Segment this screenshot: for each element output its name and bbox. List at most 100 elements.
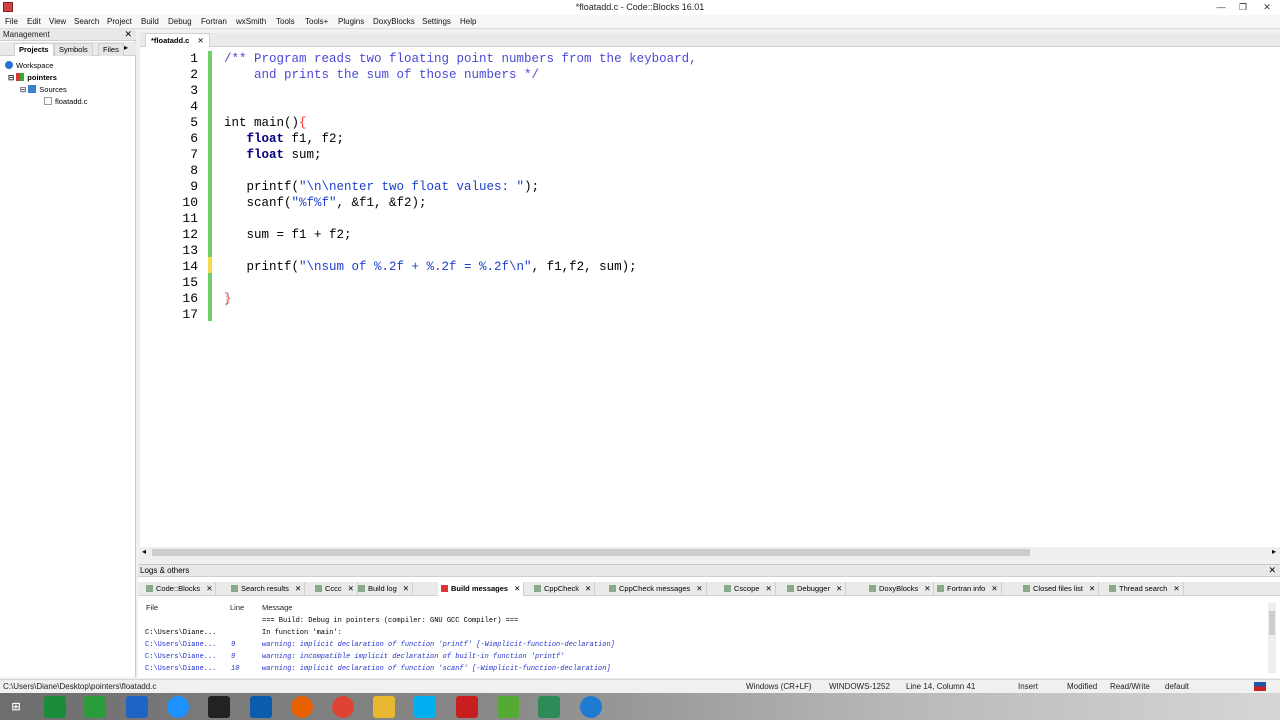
logs-tab-close-icon[interactable]: ✕ bbox=[991, 584, 997, 593]
tree-project-pointers[interactable]: ⊟ pointers bbox=[8, 72, 57, 83]
logs-tab-close-icon[interactable]: ✕ bbox=[403, 584, 409, 593]
firefox-icon[interactable] bbox=[291, 696, 313, 718]
menu-project[interactable]: Project bbox=[107, 17, 132, 26]
menu-search[interactable]: Search bbox=[74, 17, 99, 26]
computer-icon[interactable] bbox=[126, 696, 148, 718]
skype-icon[interactable] bbox=[414, 696, 436, 718]
logs-tab-close-icon[interactable]: ✕ bbox=[696, 584, 702, 593]
codeblocks-taskbar-icon[interactable] bbox=[497, 696, 519, 718]
logs-tab-build-messages[interactable]: Build messages ✕ bbox=[438, 582, 525, 596]
code-editor[interactable]: 1 /** Program reads two floating point nu… bbox=[140, 47, 1280, 547]
chart-app-icon[interactable] bbox=[538, 696, 560, 718]
build-message-row[interactable]: C:\Users\Diane... In function 'main': bbox=[138, 628, 1258, 639]
menu-file[interactable]: File bbox=[5, 17, 18, 26]
code-line[interactable]: float sum; bbox=[224, 147, 322, 163]
tabs-scroll-arrow-icon[interactable]: ▸ bbox=[124, 43, 128, 52]
windows-taskbar: ⊞ bbox=[0, 693, 1280, 720]
build-message-row[interactable]: C:\Users\Diane... 10 warning: implicit dec… bbox=[138, 664, 1258, 675]
build-message-row[interactable]: C:\Users\Diane... 9 warning: implicit decl… bbox=[138, 640, 1258, 651]
menu-tools[interactable]: Tools bbox=[276, 17, 295, 26]
expand-project-icon[interactable]: ⊟ bbox=[8, 73, 14, 82]
logs-tab-cccc[interactable]: Cccc ✕ bbox=[312, 582, 358, 596]
keyboard-layout-icon[interactable] bbox=[1254, 682, 1266, 691]
logs-tab-close-icon[interactable]: ✕ bbox=[514, 584, 520, 593]
menu-help[interactable]: Help bbox=[460, 17, 476, 26]
internet-explorer-icon[interactable] bbox=[167, 696, 189, 718]
chrome-icon[interactable] bbox=[332, 696, 354, 718]
logs-tab-doxyblocks[interactable]: DoxyBlocks ✕ bbox=[866, 582, 935, 596]
editor-tab-close-icon[interactable]: ✕ bbox=[197, 36, 203, 45]
tree-file-floatadd[interactable]: floatadd.c bbox=[44, 96, 88, 107]
logs-tab-closed-files-list[interactable]: Closed files list ✕ bbox=[1020, 582, 1100, 596]
menu-settings[interactable]: Settings bbox=[422, 17, 451, 26]
logs-tab-code-blocks[interactable]: Code::Blocks ✕ bbox=[143, 582, 217, 596]
menu-tools[interactable]: Tools+ bbox=[305, 17, 328, 26]
logs-tab-close-icon[interactable]: ✕ bbox=[206, 584, 212, 593]
editor-horizontal-scrollbar[interactable]: ◂ ▸ bbox=[140, 547, 1280, 559]
code-line[interactable]: sum = f1 + f2; bbox=[224, 227, 352, 243]
pdf-reader-icon[interactable] bbox=[456, 696, 478, 718]
app-dark-icon[interactable] bbox=[208, 696, 230, 718]
line-number: 14 bbox=[182, 259, 198, 274]
menu-plugins[interactable]: Plugins bbox=[338, 17, 364, 26]
vertical-scroll-thumb[interactable] bbox=[1269, 611, 1275, 635]
tab-symbols[interactable]: Symbols bbox=[54, 43, 93, 56]
close-window-button[interactable]: ✕ bbox=[1256, 0, 1278, 15]
outlook-icon[interactable] bbox=[250, 696, 272, 718]
logs-tab-close-icon[interactable]: ✕ bbox=[836, 584, 842, 593]
logs-tab-close-icon[interactable]: ✕ bbox=[1089, 584, 1095, 593]
code-line[interactable]: scanf("%f%f", &f1, &f2); bbox=[224, 195, 427, 211]
menu-edit[interactable]: Edit bbox=[27, 17, 41, 26]
tree-folder-sources[interactable]: ⊟ Sources bbox=[20, 84, 67, 95]
logs-tab-close-icon[interactable]: ✕ bbox=[348, 584, 354, 593]
menu-view[interactable]: View bbox=[49, 17, 66, 26]
scroll-right-icon[interactable]: ▸ bbox=[1272, 547, 1276, 556]
code-line[interactable]: printf("\nsum of %.2f + %.2f = %.2f\n", … bbox=[224, 259, 637, 275]
logs-close-icon[interactable]: ✕ bbox=[1268, 565, 1276, 576]
horizontal-scroll-thumb[interactable] bbox=[152, 549, 1030, 556]
logs-tab-thread-search[interactable]: Thread search ✕ bbox=[1106, 582, 1184, 596]
expand-folder-icon[interactable]: ⊟ bbox=[20, 85, 26, 94]
line-number: 4 bbox=[190, 99, 198, 114]
logs-tab-close-icon[interactable]: ✕ bbox=[585, 584, 591, 593]
logs-tab-cppcheck-messages[interactable]: CppCheck messages ✕ bbox=[606, 582, 707, 596]
code-line[interactable]: /** Program reads two floating point num… bbox=[224, 51, 697, 67]
logs-tab-debugger[interactable]: Debugger ✕ bbox=[784, 582, 847, 596]
menu-doxyblocks[interactable]: DoxyBlocks bbox=[373, 17, 415, 26]
menu-fortran[interactable]: Fortran bbox=[201, 17, 227, 26]
code-line[interactable]: } bbox=[224, 291, 232, 307]
editor-tab-floatadd[interactable]: *floatadd.c ✕ bbox=[145, 33, 210, 47]
logs-tab-close-icon[interactable]: ✕ bbox=[765, 584, 771, 593]
column-file: File bbox=[146, 603, 159, 612]
maximize-button[interactable]: ❐ bbox=[1232, 0, 1254, 15]
logs-tab-close-icon[interactable]: ✕ bbox=[924, 584, 930, 593]
video-app-icon[interactable] bbox=[580, 696, 602, 718]
management-close-icon[interactable]: ✕ bbox=[124, 29, 132, 40]
menu-wxsmith[interactable]: wxSmith bbox=[236, 17, 266, 26]
logs-tab-close-icon[interactable]: ✕ bbox=[295, 584, 301, 593]
code-line[interactable]: float f1, f2; bbox=[224, 131, 345, 147]
logs-tab-fortran-info[interactable]: Fortran info ✕ bbox=[934, 582, 1002, 596]
build-message-row[interactable]: C:\Users\Diane... 9 warning: incompatible … bbox=[138, 652, 1258, 663]
build-message-row[interactable]: === Build: Debug in pointers (compiler: … bbox=[138, 616, 1258, 627]
tab-files[interactable]: Files bbox=[98, 43, 124, 56]
menu-build[interactable]: Build bbox=[141, 17, 159, 26]
menu-debug[interactable]: Debug bbox=[168, 17, 192, 26]
code-line[interactable]: printf("\n\nenter two float values: "); bbox=[224, 179, 540, 195]
start-windows-icon[interactable]: ⊞ bbox=[5, 696, 27, 718]
tab-projects[interactable]: Projects bbox=[14, 43, 54, 56]
minimize-button[interactable]: — bbox=[1210, 0, 1232, 15]
app-store-icon[interactable] bbox=[84, 696, 106, 718]
file-explorer-icon[interactable] bbox=[373, 696, 395, 718]
app-green-icon[interactable] bbox=[44, 696, 66, 718]
scroll-left-icon[interactable]: ◂ bbox=[142, 547, 146, 556]
tree-workspace[interactable]: Workspace bbox=[5, 60, 53, 71]
code-line[interactable]: int main(){ bbox=[224, 115, 307, 131]
logs-tab-close-icon[interactable]: ✕ bbox=[1173, 584, 1179, 593]
logs-vertical-scrollbar[interactable] bbox=[1268, 603, 1276, 673]
code-line[interactable]: and prints the sum of those numbers */ bbox=[224, 67, 539, 83]
logs-tab-cscope[interactable]: Cscope ✕ bbox=[721, 582, 776, 596]
logs-tab-build-log[interactable]: Build log ✕ bbox=[355, 582, 414, 596]
logs-tab-search-results[interactable]: Search results ✕ bbox=[228, 582, 306, 596]
logs-tab-cppcheck[interactable]: CppCheck ✕ bbox=[531, 582, 596, 596]
